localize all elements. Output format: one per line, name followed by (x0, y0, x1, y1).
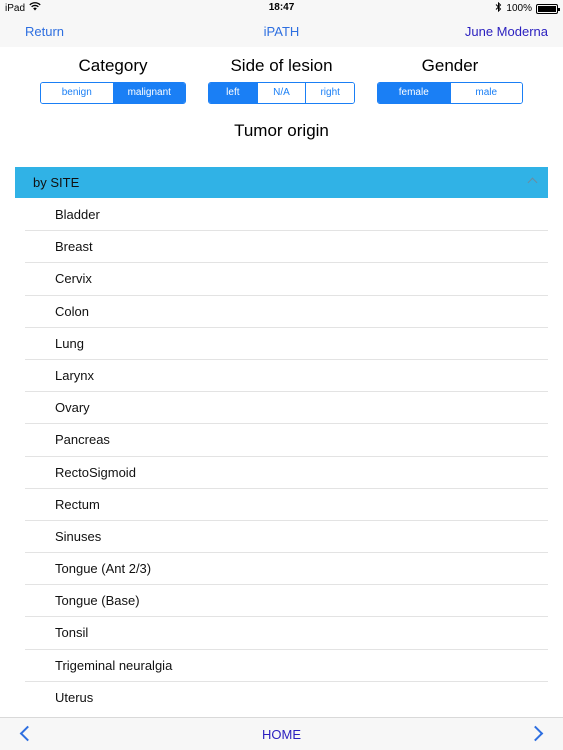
category-option-malignant[interactable]: malignant (113, 83, 185, 103)
list-item[interactable]: Breast (25, 231, 548, 264)
bottom-toolbar: HOME (0, 717, 563, 750)
list-item[interactable]: Tongue (Ant 2/3) (25, 553, 548, 586)
list-item[interactable]: Ovary (25, 392, 548, 425)
list-item[interactable]: Tongue (Base) (25, 585, 548, 618)
list-item[interactable]: Trigeminal neuralgia (25, 650, 548, 682)
list-item[interactable]: Larynx (25, 360, 548, 393)
gender-filter: Gender female male (377, 56, 523, 104)
battery-level (538, 5, 556, 12)
gender-option-male[interactable]: male (450, 83, 522, 103)
site-list: Bladder Breast Cervix Colon Lung Larynx … (25, 199, 548, 714)
list-item[interactable]: Lung (25, 328, 548, 360)
battery-icon (536, 3, 560, 14)
list-item[interactable]: Rectum (25, 489, 548, 521)
gender-title: Gender (421, 56, 479, 75)
side-option-na[interactable]: N/A (257, 83, 307, 103)
gender-option-female[interactable]: female (378, 83, 451, 103)
list-item[interactable]: Pancreas (25, 424, 548, 457)
by-site-header[interactable]: by SITE (15, 167, 548, 198)
by-site-label: by SITE (33, 175, 80, 190)
home-button[interactable]: HOME (0, 727, 563, 742)
user-name[interactable]: June Moderna (465, 24, 548, 39)
list-item[interactable]: Bladder (25, 199, 548, 232)
battery-percent: 100% (506, 3, 532, 14)
category-filter: Category benign malignant (40, 56, 186, 104)
bluetooth-icon (495, 1, 502, 15)
status-time: 18:47 (268, 2, 295, 13)
side-option-right[interactable]: right (306, 83, 354, 103)
list-item[interactable]: RectoSigmoid (25, 457, 548, 489)
status-bar: iPad 18:47 100% (0, 0, 563, 16)
side-title: Side of lesion (230, 56, 333, 75)
list-item[interactable]: Colon (25, 296, 548, 328)
category-title: Category (78, 56, 148, 75)
section-title: Tumor origin (234, 121, 329, 140)
side-option-left[interactable]: left (209, 83, 258, 103)
navigation-bar: Return iPATH June Moderna (0, 16, 563, 47)
gender-segmented-control: female male (377, 82, 523, 104)
category-segmented-control: benign malignant (40, 82, 186, 104)
status-right: 100% (495, 1, 560, 15)
chevron-up-icon (527, 177, 538, 188)
side-segmented-control: left N/A right (208, 82, 355, 104)
list-item[interactable]: Cervix (25, 263, 548, 296)
list-item[interactable]: Sinuses (25, 521, 548, 554)
side-filter: Side of lesion left N/A right (208, 56, 355, 104)
list-item[interactable]: Tonsil (25, 617, 548, 650)
list-item[interactable]: Uterus (25, 682, 548, 714)
category-option-benign[interactable]: benign (41, 83, 114, 103)
